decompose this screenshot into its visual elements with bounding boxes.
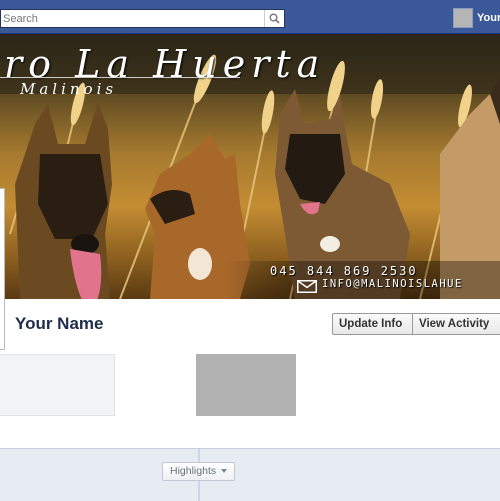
search-box[interactable]	[0, 9, 285, 28]
search-icon	[269, 13, 280, 24]
view-activity-button[interactable]: View Activity	[413, 313, 500, 335]
search-button[interactable]	[264, 10, 284, 27]
timeline-area: Highlights	[0, 448, 500, 501]
photos-thumbnail[interactable]	[196, 354, 296, 416]
cover-title-divider	[0, 77, 240, 78]
cover-photo[interactable]: ro La Huerta Malinois 045 844 869 2530 I…	[0, 34, 500, 299]
cover-email: INFO@MALINOISLAHUE	[322, 278, 463, 290]
profile-name[interactable]: Your Name	[15, 314, 104, 334]
about-box[interactable]	[0, 354, 115, 416]
cover-subtitle: Malinois	[20, 80, 118, 98]
highlights-dropdown[interactable]: Highlights	[162, 462, 236, 481]
profile-picture-frame[interactable]	[0, 188, 5, 350]
update-info-button[interactable]: Update Info	[332, 313, 413, 335]
search-input[interactable]	[1, 10, 265, 27]
top-navigation-bar: Your	[0, 0, 500, 34]
highlights-label: Highlights	[170, 465, 217, 477]
user-name-link[interactable]: Your	[477, 12, 500, 24]
cover-phone-number: 045 844 869 2530	[270, 264, 418, 278]
envelope-icon	[297, 280, 317, 293]
user-avatar[interactable]	[453, 8, 473, 28]
chevron-down-icon	[221, 469, 228, 474]
